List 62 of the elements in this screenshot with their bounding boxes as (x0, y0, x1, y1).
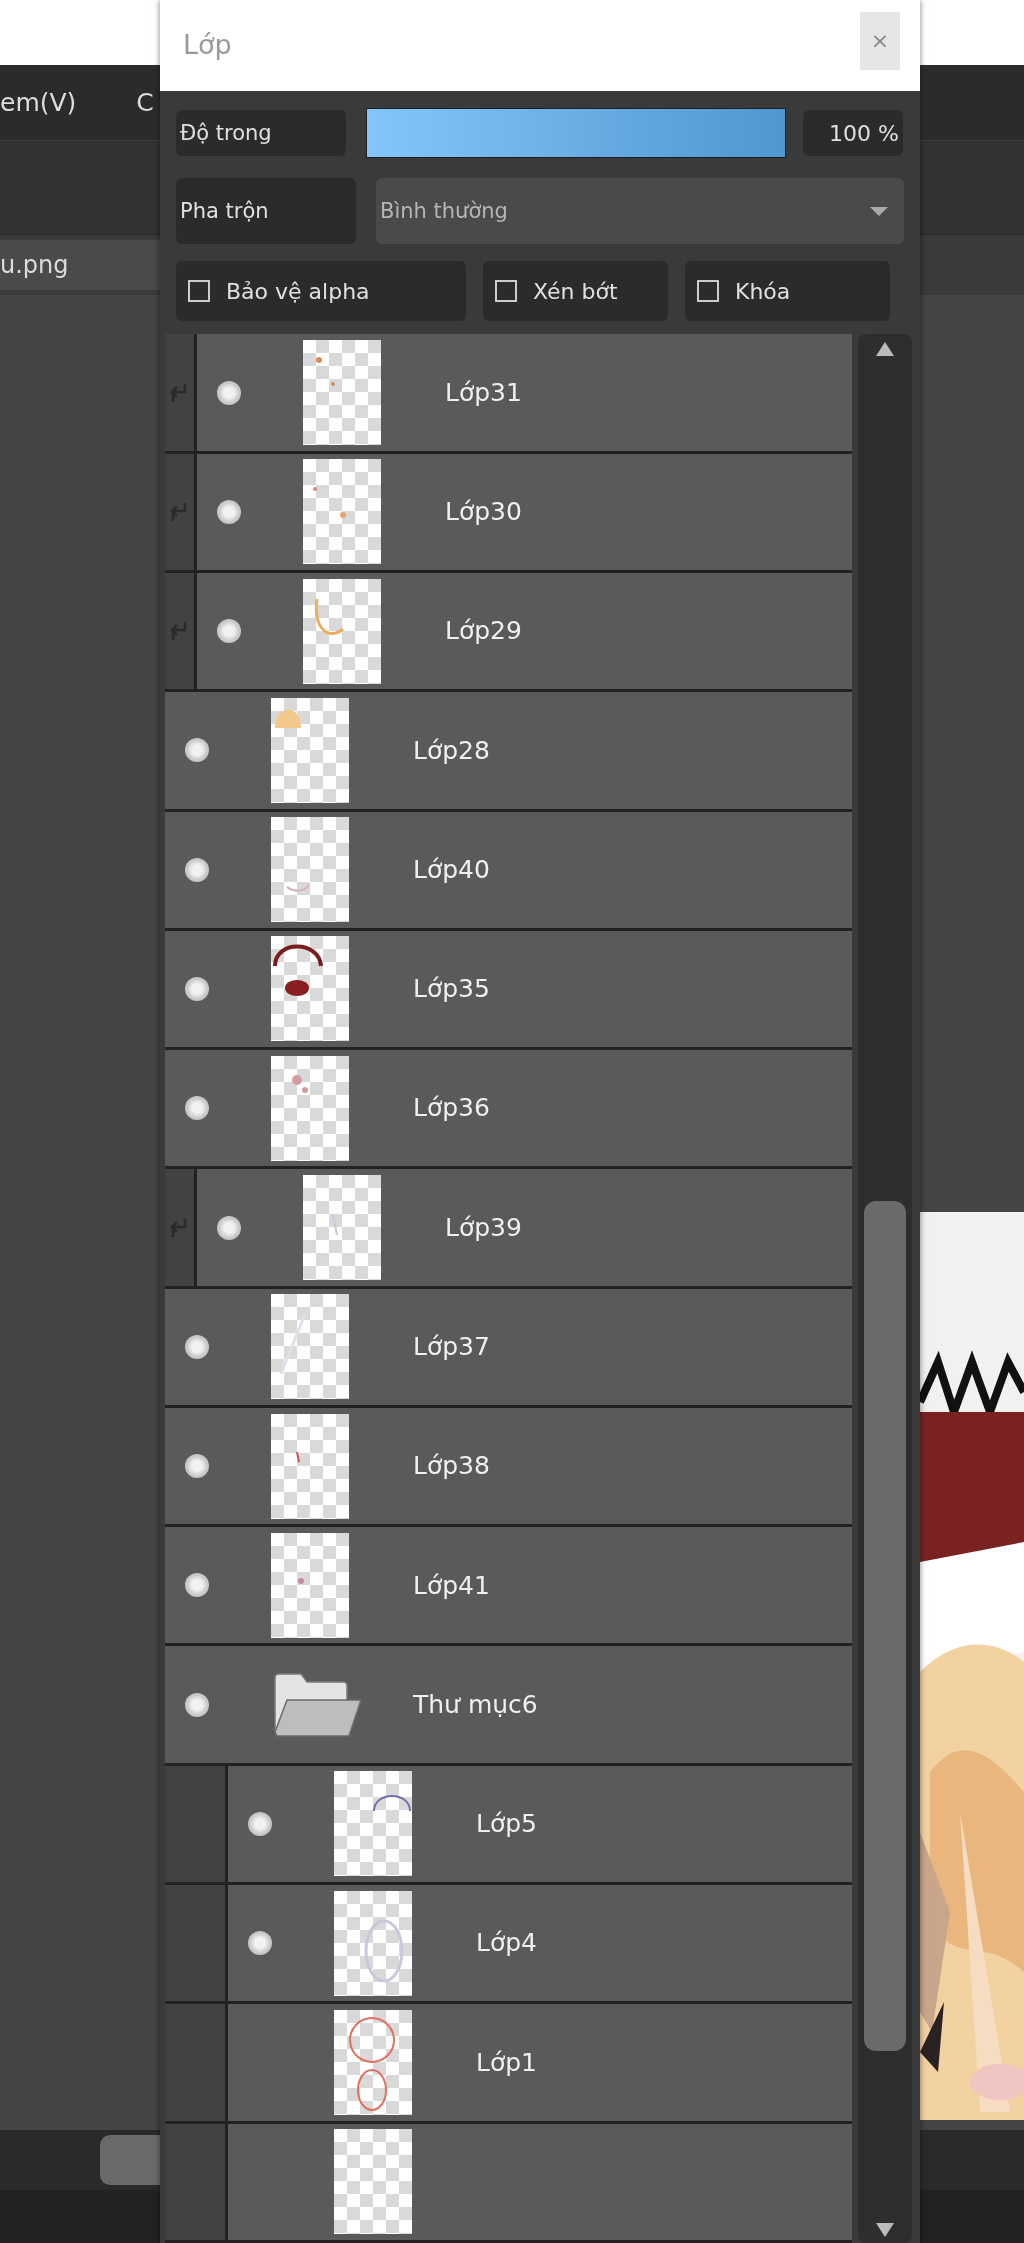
visibility-dot[interactable] (185, 1334, 209, 1359)
menu-item[interactable]: em(V) (0, 83, 77, 122)
layer-name: Lớp30 (445, 496, 522, 529)
layer-name: Thư mục6 (413, 1688, 538, 1721)
layer-row[interactable]: Lớp36 (165, 1050, 852, 1167)
visibility-dot[interactable] (185, 1692, 209, 1717)
layer-row[interactable]: Lớp5 (228, 1765, 852, 1883)
visibility-dot[interactable] (185, 738, 209, 763)
layer-name: Lớp1 (476, 2046, 537, 2079)
visibility-dot[interactable] (185, 1096, 209, 1121)
visibility-dot[interactable] (248, 1811, 272, 1836)
blend-mode-label: Pha trộn (176, 178, 356, 245)
layer-name: Lớp4 (476, 1927, 537, 1960)
layer-name: Lớp37 (413, 1331, 490, 1364)
layer-row[interactable]: Lớp29 (197, 572, 852, 690)
layer-row[interactable]: Lớp28 (165, 692, 852, 809)
option-checkbox[interactable]: Khóa (685, 261, 890, 322)
visibility-dot[interactable] (217, 619, 241, 644)
caret-icon (870, 206, 888, 216)
layer-row[interactable] (228, 2123, 852, 2240)
visibility-dot[interactable] (185, 1573, 209, 1598)
layer-row[interactable]: Lớp35 (165, 930, 852, 1048)
visibility-dot[interactable] (185, 1454, 209, 1479)
layer-row[interactable]: Lớp31 (197, 334, 852, 451)
layer-row[interactable]: Thư mục6 (165, 1646, 852, 1763)
visibility-dot[interactable] (185, 976, 209, 1001)
layer-row[interactable]: Lớp30 (197, 453, 852, 570)
layer-name: Lớp39 (445, 1211, 522, 1244)
visibility-dot[interactable] (217, 380, 241, 405)
layer-row[interactable]: Lớp4 (228, 1885, 852, 2002)
scroll-up-icon[interactable] (876, 342, 894, 357)
layer-name: Lớp28 (413, 734, 490, 767)
visibility-dot[interactable] (248, 1931, 272, 1956)
layer-name: Lớp41 (413, 1569, 490, 1602)
layer-row[interactable]: Lớp38 (165, 1407, 852, 1525)
panel-title: Lớp (183, 28, 232, 63)
scroll-down-icon[interactable] (876, 2223, 894, 2237)
layer-name: Lớp5 (476, 1808, 537, 1841)
layer-row[interactable]: Lớp41 (165, 1527, 852, 1644)
layer-row[interactable]: Lớp40 (165, 811, 852, 928)
layer-name: Lớp40 (413, 853, 490, 886)
layer-row[interactable]: Lớp1 (228, 2004, 852, 2121)
option-checkbox[interactable]: Bảo vệ alpha (176, 261, 466, 322)
option-checkbox[interactable]: Xén bớt (483, 261, 668, 322)
layer-name: Lớp38 (413, 1450, 490, 1483)
opacity-value: 100 % (803, 110, 903, 157)
menu-item[interactable]: C (136, 83, 154, 122)
opacity-label: Độ trong (176, 110, 346, 157)
layer-name: Lớp31 (445, 376, 522, 409)
visibility-dot[interactable] (217, 499, 241, 524)
scrollbar-thumb[interactable] (100, 2135, 160, 2185)
blend-mode-dropdown[interactable]: Bình thường (376, 178, 904, 245)
opacity-slider[interactable] (367, 109, 785, 158)
scrollbar-thumb[interactable] (864, 1201, 906, 2052)
visibility-dot[interactable] (185, 857, 209, 882)
layer-name: Lớp29 (445, 615, 522, 648)
layer-name: Lớp36 (413, 1092, 490, 1125)
layer-row[interactable]: Lớp37 (165, 1288, 852, 1405)
layer-row[interactable]: Lớp39 (197, 1169, 852, 1286)
document-tab[interactable]: u.png (0, 240, 160, 290)
layer-name: Lớp35 (413, 973, 490, 1006)
visibility-dot[interactable] (217, 1215, 241, 1240)
